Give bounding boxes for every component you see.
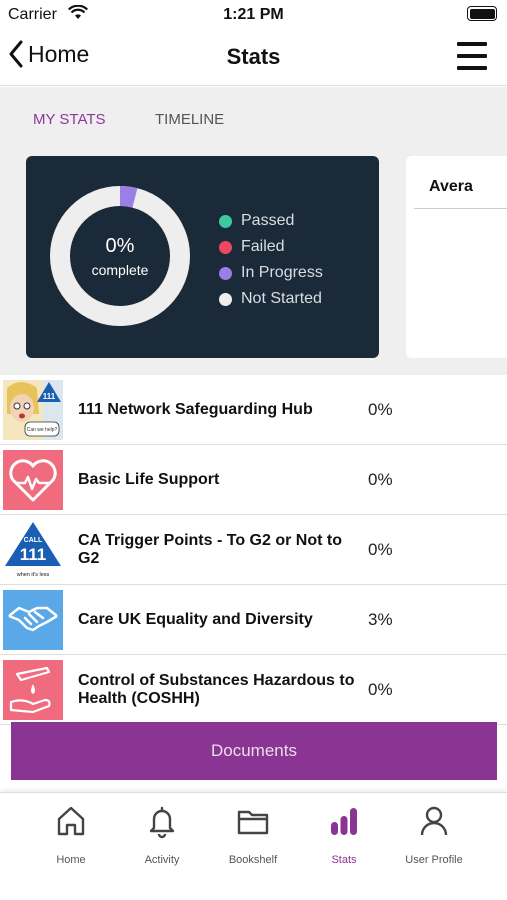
svg-text:when it's less: when it's less bbox=[16, 572, 50, 578]
bottom-tab-bar: Home Activity Bookshelf Stats User Profi… bbox=[0, 792, 507, 900]
home-icon bbox=[57, 806, 85, 836]
course-percent: 0% bbox=[368, 540, 393, 559]
svg-text:111: 111 bbox=[20, 545, 47, 564]
tab-label: User Profile bbox=[405, 854, 463, 866]
user-icon bbox=[420, 806, 448, 836]
list-item[interactable]: 111 Can we help? 111 Network Safeguardin… bbox=[0, 375, 507, 445]
stats-summary-area: MY STATS TIMELINE 0% complete Passed Fai… bbox=[0, 87, 507, 375]
tab-label: Stats bbox=[331, 854, 357, 866]
list-item[interactable]: CALL 111 when it's less CA Trigger Point… bbox=[0, 515, 507, 585]
battery-icon bbox=[467, 6, 497, 21]
course-percent: 3% bbox=[368, 610, 393, 629]
page-title: Stats bbox=[226, 44, 281, 69]
hazard-hand-icon bbox=[3, 660, 63, 720]
legend-label: Passed bbox=[241, 212, 295, 229]
tab-bookshelf[interactable]: Bookshelf bbox=[208, 803, 298, 866]
tab-label: Activity bbox=[144, 854, 180, 866]
comic-111-icon: 111 Can we help? bbox=[3, 380, 63, 440]
average-card-title: Avera bbox=[429, 178, 473, 195]
not-started-dot-icon bbox=[219, 292, 232, 306]
navigation-bar: Home Stats bbox=[0, 30, 507, 86]
tab-activity[interactable]: Activity bbox=[117, 803, 207, 866]
hamburger-menu-icon[interactable] bbox=[457, 42, 487, 70]
heart-pulse-icon bbox=[3, 450, 63, 510]
legend-label: Not Started bbox=[241, 290, 322, 307]
tab-stats[interactable]: Stats bbox=[299, 803, 389, 866]
course-title: 111 Network Safeguarding Hub bbox=[78, 401, 313, 418]
legend-passed: Passed bbox=[219, 208, 323, 234]
svg-text:Can we help?: Can we help? bbox=[27, 427, 58, 433]
course-list: 111 Can we help? 111 Network Safeguardin… bbox=[0, 375, 507, 725]
svg-text:CALL: CALL bbox=[24, 537, 43, 544]
folder-icon bbox=[237, 810, 269, 835]
divider bbox=[414, 208, 507, 209]
legend-failed: Failed bbox=[219, 234, 323, 260]
course-percent: 0% bbox=[368, 470, 393, 489]
completion-percent: 0% bbox=[105, 234, 135, 257]
course-percent: 0% bbox=[368, 680, 393, 699]
bar-chart-icon bbox=[331, 808, 357, 835]
passed-dot-icon bbox=[219, 214, 232, 228]
course-title: CA Trigger Points - To G2 or Not to G2 bbox=[78, 532, 342, 567]
failed-dot-icon bbox=[219, 240, 232, 254]
legend-label: Failed bbox=[241, 238, 285, 255]
average-card[interactable]: Avera bbox=[406, 156, 507, 358]
legend-not-started: Not Started bbox=[219, 286, 323, 312]
bell-icon bbox=[149, 806, 175, 839]
legend-in-progress: In Progress bbox=[219, 260, 323, 286]
legend-label: In Progress bbox=[241, 264, 323, 281]
course-title: Basic Life Support bbox=[78, 471, 220, 488]
documents-button[interactable]: Documents bbox=[11, 722, 497, 780]
course-title: Care UK Equality and Diversity bbox=[78, 611, 313, 628]
status-bar: Carrier 1:21 PM bbox=[0, 0, 507, 30]
tab-timeline[interactable]: TIMELINE bbox=[155, 111, 224, 128]
course-title: Control of Substances Hazardous to Healt… bbox=[78, 672, 355, 707]
handshake-icon bbox=[3, 590, 63, 650]
in-progress-dot-icon bbox=[219, 266, 232, 280]
tab-label: Home bbox=[56, 854, 86, 866]
legend: Passed Failed In Progress Not Started bbox=[219, 208, 323, 312]
tab-my-stats[interactable]: MY STATS bbox=[33, 111, 106, 128]
completion-card: 0% complete Passed Failed In Progress No… bbox=[26, 156, 379, 358]
list-item[interactable]: Basic Life Support 0% bbox=[0, 445, 507, 515]
tab-label: Bookshelf bbox=[228, 854, 278, 866]
svg-text:111: 111 bbox=[43, 392, 56, 401]
clock: 1:21 PM bbox=[223, 6, 284, 23]
course-percent: 0% bbox=[368, 400, 393, 419]
completion-label: complete bbox=[91, 261, 149, 278]
tab-home[interactable]: Home bbox=[26, 803, 116, 866]
list-item[interactable]: Care UK Equality and Diversity 3% bbox=[0, 585, 507, 655]
tab-user-profile[interactable]: User Profile bbox=[389, 803, 479, 866]
list-item[interactable]: Control of Substances Hazardous to Healt… bbox=[0, 655, 507, 725]
nhs-111-icon: CALL 111 when it's less bbox=[3, 520, 63, 580]
donut-center: 0% complete bbox=[46, 182, 194, 330]
